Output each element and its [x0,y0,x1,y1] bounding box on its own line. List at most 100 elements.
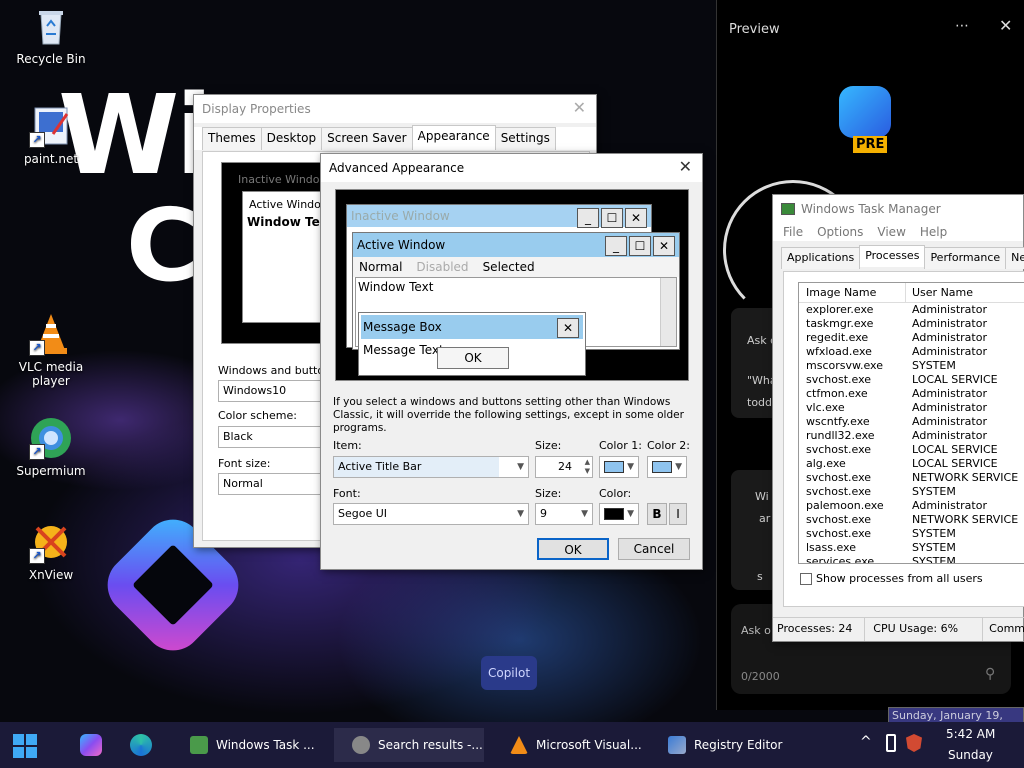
chevron-down-icon: ▼ [675,462,682,472]
process-user-name: Administrator [912,331,987,344]
bold-button[interactable]: B [647,503,667,525]
item-select[interactable]: Active Title Bar ▼ [333,456,529,478]
table-row[interactable]: wfxload.exe Administrator [799,345,1024,359]
desktop-icon-vlc[interactable]: ↗ VLC media player [3,312,99,388]
desktop-icon-paintnet[interactable]: ↗ paint.net [3,104,99,166]
menu-options[interactable]: Options [817,223,863,241]
close-icon[interactable]: ✕ [573,98,586,117]
table-row[interactable]: svchost.exe LOCAL SERVICE [799,443,1024,457]
desktop-icon-xnview[interactable]: ↗ XnView [3,520,99,582]
font-size-select[interactable]: Normal [218,473,328,495]
window-title: Windows Task Manager [801,202,941,216]
table-row[interactable]: svchost.exe SYSTEM [799,485,1024,499]
desktop-icon-supermium[interactable]: ↗ Supermium [3,416,99,478]
clock-time[interactable]: 5:42 AM [946,727,995,741]
taskbar-app-task-manager[interactable]: Windows Task ... [190,728,315,762]
font-color-picker[interactable]: ▼ [599,503,639,525]
display-properties-tabs: Themes Desktop Screen Saver Appearance S… [194,125,596,150]
table-row[interactable]: rundll32.exe Administrator [799,429,1024,443]
status-commit: Comm [989,622,1024,635]
edge-icon[interactable] [130,734,152,756]
color-scheme-label: Color scheme: [218,409,297,422]
start-button[interactable] [12,733,38,759]
taskbar-app-browser[interactable]: Search results -... [334,728,484,762]
font-size-value: 9 [540,507,547,520]
color-scheme-select[interactable]: Black [218,426,328,448]
close-icon[interactable]: ✕ [679,157,692,176]
task-manager-icon [781,203,795,215]
pin-icon[interactable]: ⚲ [985,666,995,682]
size-spinner[interactable]: 24 ▲ ▼ [535,456,593,478]
windows-buttons-select[interactable]: Windows10 [218,380,328,402]
copilot-taskbar-icon[interactable] [80,734,102,756]
tab-settings[interactable]: Settings [494,127,556,150]
table-row[interactable]: mscorsvw.exe SYSTEM [799,359,1024,373]
color2-swatch [652,461,672,473]
font-select[interactable]: Segoe UI ▼ [333,503,529,525]
table-row[interactable]: services.exe SYSTEM [799,555,1024,563]
tab-applications[interactable]: Applications [781,247,861,269]
chevron-down-icon: ▼ [627,509,634,519]
table-row[interactable]: taskmgr.exe Administrator [799,317,1024,331]
table-row[interactable]: svchost.exe SYSTEM [799,527,1024,541]
checkbox-icon[interactable] [800,572,812,585]
color2-picker[interactable]: ▼ [647,456,687,478]
table-row[interactable]: regedit.exe Administrator [799,331,1024,345]
tab-networking[interactable]: Networ [1005,247,1024,269]
preview-menu-normal: Normal [359,260,403,274]
menu-help[interactable]: Help [920,223,947,241]
table-row[interactable]: wscntfy.exe Administrator [799,415,1024,429]
column-image-name[interactable]: Image Name [799,283,906,302]
pre-badge: PRE [853,136,888,153]
menu-file[interactable]: File [783,223,803,241]
ok-button[interactable]: OK [537,538,609,560]
spin-arrows-icon[interactable]: ▲ ▼ [585,458,590,476]
table-row[interactable]: ctfmon.exe Administrator [799,387,1024,401]
process-user-name: SYSTEM [912,359,956,372]
menu-view[interactable]: View [877,223,905,241]
color1-picker[interactable]: ▼ [599,456,639,478]
table-row[interactable]: explorer.exe Administrator [799,303,1024,317]
tab-appearance[interactable]: Appearance [411,125,496,148]
tray-chevron-up-icon[interactable]: ^ [860,734,872,750]
table-row[interactable]: vlc.exe Administrator [799,401,1024,415]
supermium-icon: ↗ [29,416,73,460]
tab-desktop[interactable]: Desktop [260,127,323,150]
table-row[interactable]: alg.exe LOCAL SERVICE [799,457,1024,471]
process-user-name: Administrator [912,429,987,442]
task-manager-menubar: File Options View Help [773,223,1023,241]
font-size-select[interactable]: 9 ▼ [535,503,593,525]
tab-themes[interactable]: Themes [202,127,262,150]
table-row[interactable]: palemoon.exe Administrator [799,499,1024,513]
column-user-name[interactable]: User Name [906,283,973,302]
tab-screen-saver[interactable]: Screen Saver [321,127,413,150]
table-row[interactable]: svchost.exe NETWORK SERVICE [799,471,1024,485]
desktop-icon-recycle-bin[interactable]: Recycle Bin [3,4,99,66]
more-options-icon[interactable]: ⋯ [955,18,969,34]
tab-performance[interactable]: Performance [924,247,1007,269]
tab-processes[interactable]: Processes [859,245,926,267]
show-all-users-checkbox[interactable]: Show processes from all users [800,572,983,585]
usb-icon[interactable] [886,734,896,752]
cancel-button[interactable]: Cancel [618,538,690,560]
preview-text: s [757,570,763,583]
italic-button[interactable]: I [669,503,687,525]
desktop-icon-label: XnView [28,568,74,582]
close-icon[interactable]: ✕ [999,16,1012,35]
copilot-button[interactable]: Copilot [481,656,537,690]
table-row[interactable]: svchost.exe LOCAL SERVICE [799,373,1024,387]
taskbar-app-vlc[interactable]: Microsoft Visual... [510,728,642,762]
font-size-label: Font size: [218,457,271,470]
clock-day[interactable]: Sunday [948,748,993,762]
task-manager-titlebar[interactable]: Windows Task Manager [773,195,1023,223]
process-image-name: svchost.exe [806,443,872,456]
taskbar-app-label: Registry Editor [694,738,783,752]
taskbar-app-registry[interactable]: Registry Editor [668,728,782,762]
table-row[interactable]: lsass.exe SYSTEM [799,541,1024,555]
display-properties-titlebar[interactable]: Display Properties ✕ [194,95,596,123]
process-list: Image Name User Name explorer.exe Adminis… [798,282,1024,564]
window-title: Advanced Appearance [329,161,465,175]
window-title: Display Properties [202,102,311,116]
advanced-appearance-titlebar[interactable]: Advanced Appearance ✕ [321,154,702,182]
table-row[interactable]: svchost.exe NETWORK SERVICE [799,513,1024,527]
